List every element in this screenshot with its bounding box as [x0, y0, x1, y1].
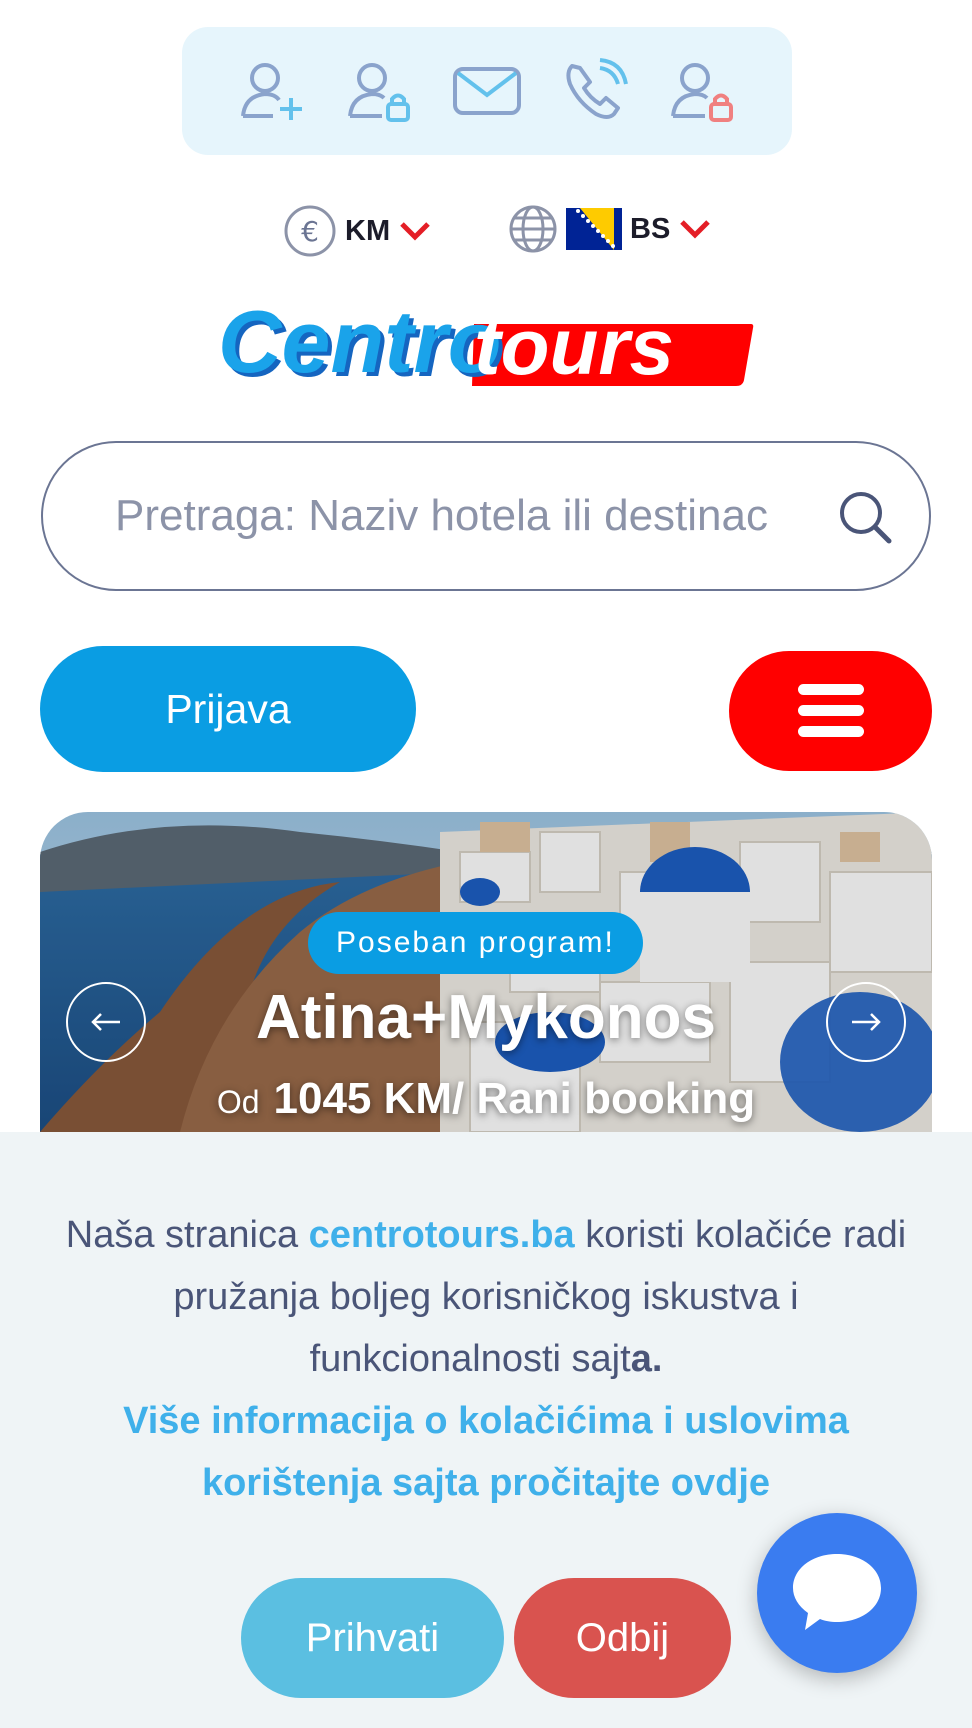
user-lock-red-icon[interactable] [665, 54, 739, 128]
deny-button[interactable]: Odbij [514, 1578, 731, 1698]
slider-next-button[interactable] [826, 982, 906, 1062]
logo-text-tours: tours [474, 302, 674, 390]
centrotours-logo[interactable]: Centro Centro tours [216, 292, 756, 395]
chevron-down-icon [400, 222, 430, 241]
hamburger-icon [797, 684, 864, 737]
user-lock-icon[interactable] [342, 54, 416, 128]
phone-icon[interactable] [558, 54, 632, 128]
search-input[interactable] [115, 491, 855, 541]
hero-price: Od 1045 KM/ Rani booking [40, 1074, 932, 1124]
selector-row: € KM BS [0, 200, 972, 264]
cookie-text-end: a. [630, 1338, 663, 1380]
currency-label: KM [345, 214, 391, 247]
cookie-text-start: Naša stranica [65, 1214, 309, 1256]
hero-title: Atina+Mykonos [256, 983, 716, 1052]
chevron-down-icon [680, 220, 711, 239]
slider-prev-button[interactable] [66, 982, 146, 1062]
currency-selector[interactable]: € KM [283, 204, 432, 258]
price-prefix: Od [216, 1084, 260, 1120]
search-icon[interactable] [835, 487, 895, 547]
arrow-left-icon [91, 1013, 120, 1031]
price-value: 1045 KM/ Rani booking [273, 1074, 756, 1123]
logo-text-centro-front: Centro [218, 300, 502, 390]
globe-icon [509, 205, 557, 253]
chat-bubble-icon [793, 1554, 881, 1630]
hero-badge: Poseban program! [308, 912, 643, 974]
login-button[interactable]: Prijava [40, 646, 416, 772]
mail-icon[interactable] [450, 54, 524, 128]
bosnia-flag [566, 208, 622, 250]
menu-button[interactable] [729, 651, 932, 771]
accept-button[interactable]: Prihvati [241, 1578, 504, 1698]
cookie-more-info-link[interactable]: Više informacija o kolačićima i uslovima… [123, 1400, 849, 1504]
chat-button[interactable] [757, 1513, 917, 1673]
svg-text:€: € [301, 215, 319, 248]
arrow-right-icon [852, 1013, 881, 1031]
cookie-text: Naša stranica centrotours.ba koristi kol… [60, 1204, 912, 1514]
language-label: BS [630, 212, 671, 245]
cookie-site-link[interactable]: centrotours.ba [309, 1214, 575, 1256]
user-add-icon[interactable] [235, 54, 309, 128]
language-selector[interactable]: BS [508, 204, 712, 254]
top-icon-bar [182, 27, 792, 155]
hero-slider[interactable]: Poseban program! Atina+Mykonos Od 1045 KM… [40, 812, 932, 1132]
euro-icon: € [284, 205, 336, 257]
search-box [41, 441, 931, 591]
